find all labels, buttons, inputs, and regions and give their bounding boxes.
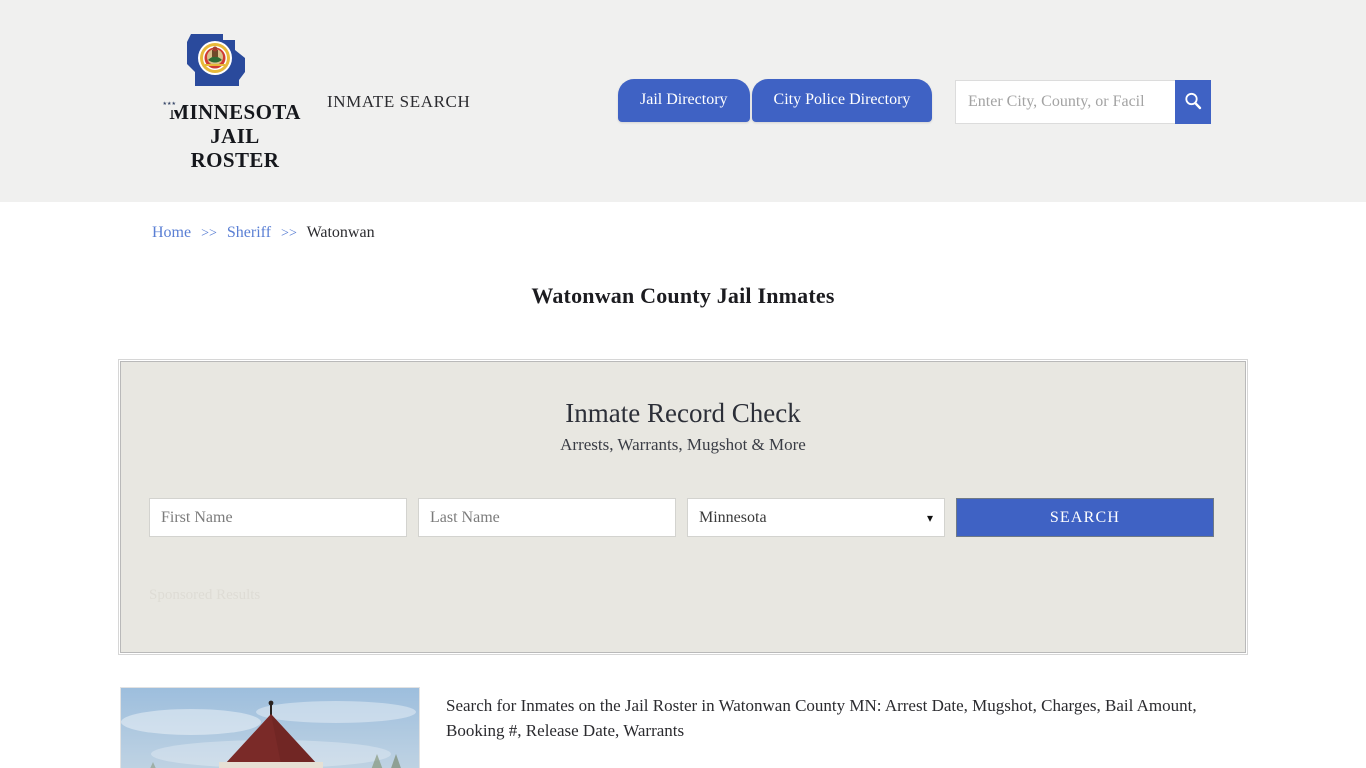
- inmate-record-check-panel: Inmate Record Check Arrests, Warrants, M…: [118, 359, 1248, 655]
- nav-tab-city-police-directory[interactable]: City Police Directory: [751, 79, 933, 122]
- content-row: Search for Inmates on the Jail Roster in…: [118, 687, 1248, 768]
- minnesota-state-seal-icon: [165, 28, 305, 100]
- site-tagline: INMATE SEARCH: [327, 92, 471, 111]
- breadcrumb-item-sheriff[interactable]: Sheriff: [227, 224, 271, 241]
- brand-name-line1: MINNESOTA: [169, 100, 301, 124]
- search-icon: [1183, 91, 1203, 114]
- brand-logo[interactable]: MINNESOTA JAIL ROSTER: [165, 28, 305, 172]
- record-check-form: Minnesota ▾ SEARCH: [149, 498, 1217, 537]
- primary-nav: Jail Directory City Police Directory: [618, 78, 933, 122]
- first-name-input[interactable]: [149, 498, 407, 537]
- content-container: Home >> Sheriff >> Watonwan Watonwan Cou…: [118, 202, 1248, 768]
- content-text: Search for Inmates on the Jail Roster in…: [446, 687, 1246, 768]
- jail-photo: [120, 687, 420, 768]
- page-title: Watonwan County Jail Inmates: [531, 283, 835, 308]
- nav-tab-jail-directory[interactable]: Jail Directory: [618, 79, 750, 122]
- breadcrumb-item-current: Watonwan: [306, 224, 375, 241]
- state-select-wrapper: Minnesota ▾: [687, 498, 945, 537]
- breadcrumb: Home >> Sheriff >> Watonwan: [118, 202, 1248, 245]
- record-check-subtitle: Arrests, Warrants, Mugshot & More: [560, 435, 806, 454]
- state-select[interactable]: Minnesota: [687, 498, 945, 537]
- record-check-search-button[interactable]: SEARCH: [956, 498, 1214, 537]
- breadcrumb-separator: >>: [281, 226, 297, 241]
- record-check-title: Inmate Record Check: [565, 398, 801, 428]
- header-search: [955, 80, 1211, 124]
- sponsored-results-label: Sponsored Results: [149, 587, 261, 603]
- header-search-button[interactable]: [1175, 80, 1211, 124]
- last-name-input[interactable]: [418, 498, 676, 537]
- brand-name-line2: JAIL ROSTER: [190, 124, 280, 172]
- site-header: MINNESOTA JAIL ROSTER INMATE SEARCH Jail…: [0, 0, 1366, 202]
- header-inner: MINNESOTA JAIL ROSTER INMATE SEARCH Jail…: [133, 0, 1233, 202]
- main-content: Home >> Sheriff >> Watonwan Watonwan Cou…: [0, 202, 1366, 768]
- breadcrumb-item-home[interactable]: Home: [152, 224, 191, 241]
- header-search-input[interactable]: [955, 80, 1175, 124]
- content-paragraph-1: Search for Inmates on the Jail Roster in…: [446, 696, 1197, 740]
- breadcrumb-separator: >>: [201, 226, 217, 241]
